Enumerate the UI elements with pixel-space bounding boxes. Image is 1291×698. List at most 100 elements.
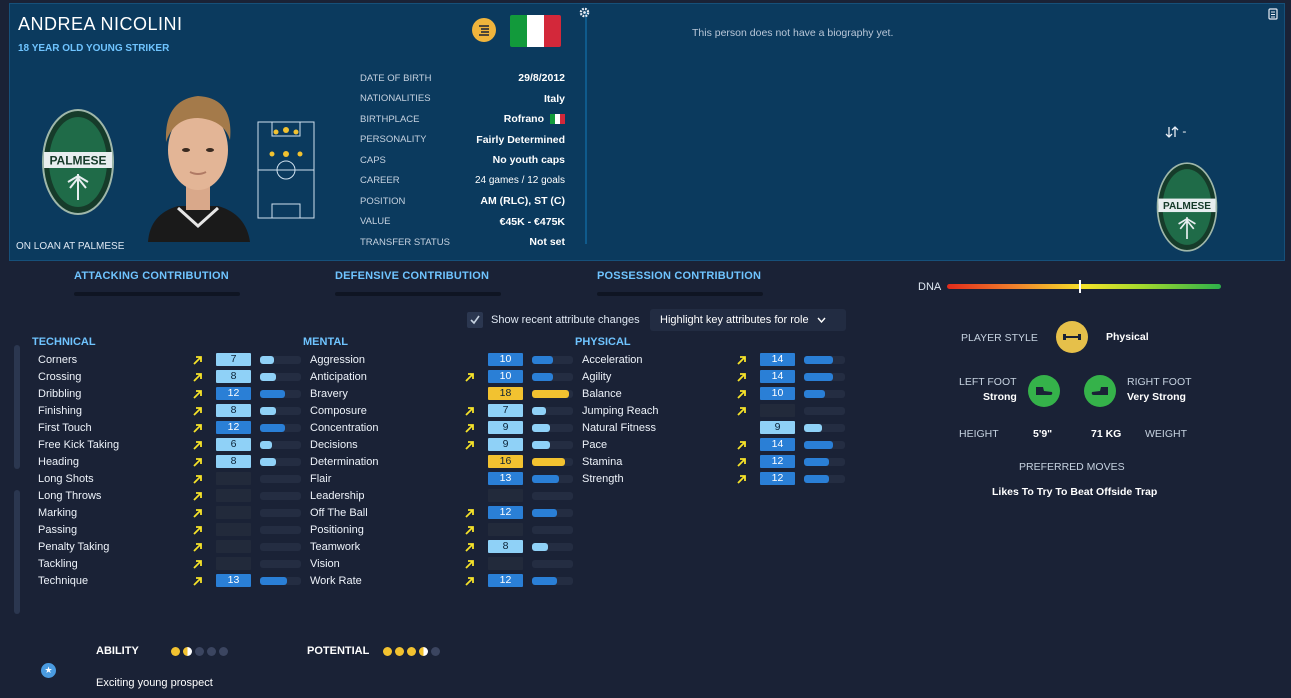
attribute-row[interactable]: Composure 7 bbox=[310, 402, 580, 419]
attribute-row[interactable]: Tackling bbox=[38, 555, 308, 572]
attribute-row[interactable]: Positioning bbox=[310, 521, 580, 538]
attribute-bar bbox=[260, 508, 301, 517]
attribute-name: Aggression bbox=[310, 353, 366, 366]
attribute-row[interactable]: Leadership bbox=[310, 487, 580, 504]
attribute-bar-fill bbox=[532, 406, 547, 415]
attribute-value bbox=[488, 557, 523, 570]
attribute-row[interactable]: Anticipation 10 bbox=[310, 368, 580, 385]
highlight-label: Highlight key attributes for role bbox=[660, 314, 809, 326]
attribute-bar bbox=[532, 389, 573, 398]
trend-arrow-icon bbox=[737, 475, 746, 484]
attribute-bar bbox=[804, 457, 845, 466]
attribute-row[interactable]: Acceleration 14 bbox=[582, 351, 852, 368]
attribute-row[interactable]: Concentration 9 bbox=[310, 419, 580, 436]
recent-changes-checkbox[interactable] bbox=[467, 312, 483, 328]
attribute-row[interactable]: Stamina 12 bbox=[582, 453, 852, 470]
attribute-bar-fill bbox=[804, 372, 833, 381]
defensive-contribution-tab[interactable]: DEFENSIVE CONTRIBUTION bbox=[335, 270, 489, 282]
attribute-bar-fill bbox=[532, 508, 557, 517]
attribute-bar bbox=[532, 491, 573, 500]
attribute-row[interactable]: Determination 16 bbox=[310, 453, 580, 470]
attribute-row[interactable]: Decisions 9 bbox=[310, 436, 580, 453]
attribute-value: 16 bbox=[488, 455, 523, 468]
fact-label: BIRTHPLACE bbox=[360, 113, 420, 125]
attribute-name: Corners bbox=[38, 353, 78, 366]
loan-status: ON LOAN AT PALMESE bbox=[16, 241, 125, 252]
attribute-row[interactable]: Teamwork 8 bbox=[310, 538, 580, 555]
attribute-value: 9 bbox=[760, 421, 795, 434]
attribute-bar-fill bbox=[804, 474, 829, 483]
player-style-value: Physical bbox=[1106, 331, 1149, 343]
attribute-bar bbox=[260, 542, 301, 551]
attribute-row[interactable]: Vision bbox=[310, 555, 580, 572]
attribute-value bbox=[488, 523, 523, 536]
clipboard-icon[interactable] bbox=[1268, 8, 1278, 20]
attribute-row[interactable]: Long Shots bbox=[38, 470, 308, 487]
star-dot bbox=[195, 647, 204, 656]
attacking-contribution-tab[interactable]: ATTACKING CONTRIBUTION bbox=[74, 270, 229, 282]
attribute-row[interactable]: Bravery 18 bbox=[310, 385, 580, 402]
recent-changes-toggle[interactable]: Show recent attribute changes bbox=[467, 312, 640, 328]
attribute-row[interactable]: Jumping Reach bbox=[582, 402, 852, 419]
attribute-row[interactable]: Off The Ball 12 bbox=[310, 504, 580, 521]
attribute-row[interactable]: Dribbling 12 bbox=[38, 385, 308, 402]
attribute-value bbox=[488, 489, 523, 502]
fact-label: TRANSFER STATUS bbox=[360, 236, 450, 248]
attribute-row[interactable]: Strength 12 bbox=[582, 470, 852, 487]
player-style-label: PLAYER STYLE bbox=[961, 332, 1038, 344]
dna-marker bbox=[1079, 280, 1081, 293]
dna-label: DNA bbox=[918, 281, 942, 293]
attribute-row[interactable]: Long Throws bbox=[38, 487, 308, 504]
attribute-bar bbox=[804, 423, 845, 432]
attribute-row[interactable]: Agility 14 bbox=[582, 368, 852, 385]
attribute-bar-fill bbox=[532, 542, 549, 551]
attribute-name: Off The Ball bbox=[310, 506, 368, 519]
attribute-row[interactable]: Heading 8 bbox=[38, 453, 308, 470]
attribute-name: Long Shots bbox=[38, 472, 94, 485]
attribute-row[interactable]: Corners 7 bbox=[38, 351, 308, 368]
attribute-row[interactable]: Aggression 10 bbox=[310, 351, 580, 368]
attribute-row[interactable]: Balance 10 bbox=[582, 385, 852, 402]
fact-label: CAREER bbox=[360, 175, 400, 187]
fact-career: CAREER 24 games / 12 goals bbox=[360, 171, 565, 192]
attribute-value: 12 bbox=[760, 455, 795, 468]
attribute-row[interactable]: Natural Fitness 9 bbox=[582, 419, 852, 436]
attribute-value: 14 bbox=[760, 353, 795, 366]
attribute-bar bbox=[260, 457, 301, 466]
star-dot bbox=[395, 647, 404, 656]
gear-icon[interactable] bbox=[579, 7, 590, 18]
highlight-attributes-dropdown[interactable]: Highlight key attributes for role bbox=[650, 309, 846, 331]
attribute-row[interactable]: Technique 13 bbox=[38, 572, 308, 589]
attribute-row[interactable]: Crossing 8 bbox=[38, 368, 308, 385]
attribute-row[interactable]: First Touch 12 bbox=[38, 419, 308, 436]
profile-menu-button[interactable] bbox=[472, 18, 496, 42]
attribute-value: 10 bbox=[488, 370, 523, 383]
attribute-row[interactable]: Work Rate 12 bbox=[310, 572, 580, 589]
attribute-row[interactable]: Free Kick Taking 6 bbox=[38, 436, 308, 453]
scroll-indicator bbox=[14, 345, 20, 469]
trend-arrow-icon bbox=[193, 560, 202, 569]
defensive-contribution-bar bbox=[335, 292, 501, 296]
shortlist-star-button[interactable]: ★ bbox=[41, 663, 56, 678]
fact-label: VALUE bbox=[360, 216, 391, 228]
fact-value[interactable]: Italy bbox=[544, 93, 565, 105]
attribute-row[interactable]: Pace 14 bbox=[582, 436, 852, 453]
ability-label: ABILITY bbox=[96, 645, 139, 657]
attribute-value: 9 bbox=[488, 421, 523, 434]
possession-contribution-tab[interactable]: POSSESSION CONTRIBUTION bbox=[597, 270, 761, 282]
attribute-row[interactable]: Passing bbox=[38, 521, 308, 538]
fact-value: €45K - €475K bbox=[499, 215, 565, 228]
fact-value: VALUE €45K - €475K bbox=[360, 212, 565, 233]
weight-value: 71 KG bbox=[1091, 428, 1122, 440]
attribute-bar bbox=[804, 355, 845, 364]
fact-label: NATIONALITIES bbox=[360, 93, 431, 105]
attribute-row[interactable]: Penalty Taking bbox=[38, 538, 308, 555]
attribute-row[interactable]: Finishing 8 bbox=[38, 402, 308, 419]
trend-arrow-icon bbox=[193, 390, 202, 399]
attribute-bar-fill bbox=[260, 372, 277, 381]
list-icon bbox=[479, 25, 489, 36]
attribute-row[interactable]: Flair 13 bbox=[310, 470, 580, 487]
attribute-bar bbox=[260, 372, 301, 381]
attribute-row[interactable]: Marking bbox=[38, 504, 308, 521]
right-foot-icon bbox=[1084, 375, 1116, 407]
